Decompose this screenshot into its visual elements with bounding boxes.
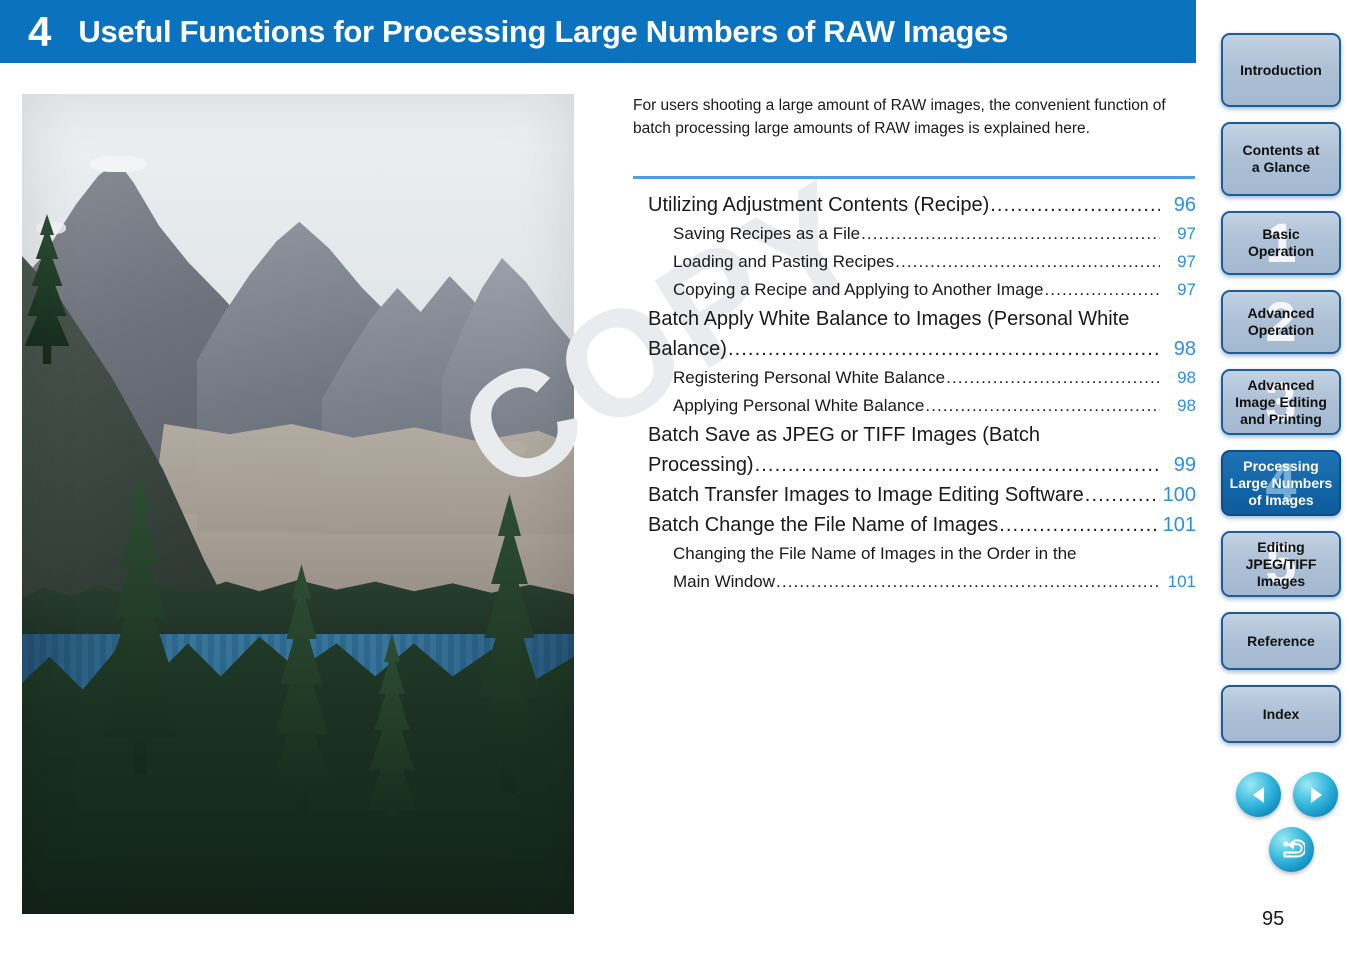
sidebar-item-label: Processing Large Numbers of Images xyxy=(1229,457,1333,508)
photo-tree-left xyxy=(80,474,200,774)
toc-entry-line2: Processing).............................… xyxy=(648,450,1196,480)
table-of-contents: Utilizing Adjustment Contents (Recipe)..… xyxy=(633,190,1196,596)
toc-leader-dots: ........................................… xyxy=(861,224,1160,243)
toc-entry-label: Applying Personal White Balance xyxy=(673,396,925,415)
sidebar-item-editing[interactable]: 5 Editing JPEG/TIFF Images xyxy=(1221,531,1341,597)
toc-entry[interactable]: Saving Recipes as a File................… xyxy=(633,220,1196,248)
toc-leader-dots: ........................................… xyxy=(895,252,1160,271)
toc-entry-page: 101 xyxy=(1167,572,1196,591)
toc-entry-page: 97 xyxy=(1177,252,1196,271)
toc-entry-label: Batch Apply White Balance to Images (Per… xyxy=(648,308,1130,330)
sidebar-item-label: Advanced Image Editing and Printing xyxy=(1235,376,1327,427)
toc-entry-page: 98 xyxy=(1173,338,1196,360)
toc-leader-dots: ........................................… xyxy=(727,338,1160,360)
toc-entry-label: Copying a Recipe and Applying to Another… xyxy=(673,280,1044,299)
sidebar-item-introduction[interactable]: Introduction xyxy=(1221,33,1341,107)
sidebar-item-basic[interactable]: 1 Basic Operation xyxy=(1221,211,1341,275)
toc-entry[interactable]: Copying a Recipe and Applying to Another… xyxy=(633,276,1196,304)
toc-entry-page: 96 xyxy=(1173,194,1196,216)
toc-leader-dots: ........................................… xyxy=(925,396,1160,415)
toc-entry[interactable]: Loading and Pasting Recipes.............… xyxy=(633,248,1196,276)
toc-entry[interactable]: Changing the File Name of Images in the … xyxy=(633,540,1196,596)
toc-entry-page: 98 xyxy=(1177,396,1196,415)
toc-leader-dots: ........................................… xyxy=(990,194,1160,216)
chapter-number: 4 xyxy=(28,7,51,55)
return-button[interactable] xyxy=(1269,827,1314,872)
photo-snowcap-1 xyxy=(90,156,146,172)
toc-entry-label-cont: Balance) xyxy=(648,338,727,360)
toc-leader-dots: ........................................… xyxy=(946,368,1160,387)
sidebar-item-advanced[interactable]: 3 Advanced Image Editing and Printing xyxy=(1221,369,1341,435)
toc-entry[interactable]: Batch Apply White Balance to Images (Per… xyxy=(633,304,1196,364)
sidebar-item-processing[interactable]: 4 Processing Large Numbers of Images xyxy=(1221,450,1341,516)
toc-entry-page: 98 xyxy=(1177,368,1196,387)
toc-entry-label: Batch Save as JPEG or TIFF Images (Batch xyxy=(648,424,1041,446)
sidebar-item-label: Editing JPEG/TIFF Images xyxy=(1245,538,1317,589)
sidebar-item-index[interactable]: Index xyxy=(1221,685,1341,743)
section-divider xyxy=(633,176,1195,179)
toc-entry[interactable]: Batch Transfer Images to Image Editing S… xyxy=(633,480,1196,510)
toc-entry-page: 97 xyxy=(1177,224,1196,243)
toc-leader-dots: ........................................… xyxy=(1084,484,1160,506)
triangle-left-icon xyxy=(1252,786,1264,803)
toc-leader-dots: ........................................… xyxy=(776,572,1160,591)
return-arrow-icon xyxy=(1282,838,1305,857)
photo-tree-right xyxy=(452,494,567,794)
toc-entry[interactable]: Batch Save as JPEG or TIFF Images (Batch… xyxy=(633,420,1196,480)
toc-entry-page: 97 xyxy=(1177,280,1196,299)
toc-entry-page: 100 xyxy=(1162,484,1196,506)
next-page-button[interactable] xyxy=(1293,772,1338,817)
sidebar-item-contents-at[interactable]: Contents at a Glance xyxy=(1221,122,1341,196)
sidebar-item-label: Reference xyxy=(1247,632,1315,649)
toc-leader-dots: ........................................… xyxy=(1044,280,1160,299)
toc-entry-line2: Balance)................................… xyxy=(648,334,1196,364)
sidebar-item-label: Basic Operation xyxy=(1247,226,1315,259)
chapter-sidebar: Introduction Contents at a Glance 1 Basic Ope… xyxy=(1221,33,1341,758)
toc-entry[interactable]: Batch Change the File Name of Images....… xyxy=(633,510,1196,540)
photo-tree-center xyxy=(254,564,349,814)
toc-entry-page: 101 xyxy=(1162,514,1196,536)
toc-entry-label-cont: Main Window xyxy=(673,572,776,591)
photo-tree-topleft xyxy=(22,214,82,364)
page-number: 95 xyxy=(1262,908,1285,930)
sidebar-item-label: Introduction xyxy=(1240,61,1322,78)
toc-entry[interactable]: Utilizing Adjustment Contents (Recipe)..… xyxy=(633,190,1196,220)
intro-paragraph: For users shooting a large amount of RAW… xyxy=(633,97,1166,137)
chapter-header: 4 Useful Functions for Processing Large … xyxy=(0,0,1196,63)
sidebar-item-label: Advanced Operation xyxy=(1247,305,1315,338)
sidebar-item-advanced[interactable]: 2 Advanced Operation xyxy=(1221,290,1341,354)
sidebar-item-reference[interactable]: Reference xyxy=(1221,612,1341,670)
page-title: Useful Functions for Processing Large Nu… xyxy=(78,13,1009,49)
toc-entry[interactable]: Applying Personal White Balance.........… xyxy=(633,392,1196,420)
toc-entry[interactable]: Registering Personal White Balance......… xyxy=(633,364,1196,392)
toc-entry-label: Registering Personal White Balance xyxy=(673,368,946,387)
navigation-controls xyxy=(1236,772,1346,872)
toc-entry-label-cont: Processing) xyxy=(648,454,754,476)
toc-entry-label: Saving Recipes as a File xyxy=(673,224,861,243)
toc-leader-dots: ........................................… xyxy=(754,454,1160,476)
previous-page-button[interactable] xyxy=(1236,772,1281,817)
toc-entry-label: Loading and Pasting Recipes xyxy=(673,252,895,271)
toc-leader-dots: ........................................… xyxy=(999,514,1160,536)
toc-entry-label: Batch Change the File Name of Images xyxy=(648,514,999,536)
sidebar-item-label: Contents at a Glance xyxy=(1242,142,1320,175)
toc-entry-page: 99 xyxy=(1173,454,1196,476)
triangle-right-icon xyxy=(1310,786,1322,803)
sidebar-item-label: Index xyxy=(1262,705,1300,722)
toc-entry-label: Utilizing Adjustment Contents (Recipe) xyxy=(648,194,990,216)
toc-entry-line2: Main Window.............................… xyxy=(673,568,1196,596)
toc-entry-label: Changing the File Name of Images in the … xyxy=(673,544,1077,563)
chapter-photo xyxy=(22,94,574,914)
toc-entry-label: Batch Transfer Images to Image Editing S… xyxy=(648,484,1084,506)
photo-tree-center-right xyxy=(352,634,432,834)
